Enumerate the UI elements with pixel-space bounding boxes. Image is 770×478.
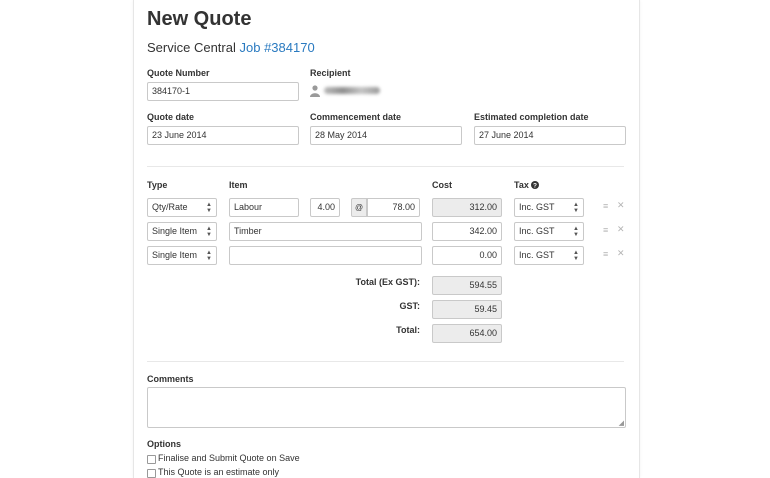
- select-arrows-icon: ▲ ▼: [573, 202, 579, 214]
- type-select[interactable]: Single Item ▲ ▼: [147, 246, 217, 265]
- select-arrows-icon: ▲ ▼: [206, 226, 212, 238]
- quote-date-label: Quote date: [147, 112, 195, 122]
- type-select[interactable]: Single Item ▲ ▼: [147, 222, 217, 241]
- page-title: New Quote: [147, 8, 252, 30]
- comments-label: Comments: [147, 374, 194, 384]
- remove-icon[interactable]: ✕: [617, 200, 625, 211]
- quote-form-panel: New Quote Service Central Job #384170 Qu…: [133, 0, 640, 478]
- tax-select[interactable]: Inc. GST ▲ ▼: [514, 198, 584, 217]
- tax-select-value: Inc. GST: [519, 202, 555, 212]
- total-label: Total:: [396, 325, 420, 335]
- at-symbol: @: [351, 198, 367, 217]
- drag-handle-icon[interactable]: ≡: [603, 201, 608, 211]
- type-column-header: Type: [147, 180, 168, 190]
- quote-date-input[interactable]: 23 June 2014: [147, 126, 299, 145]
- cost-input: 312.00: [432, 198, 502, 217]
- tax-column-header: Tax ?: [514, 180, 540, 190]
- type-select-value: Single Item: [152, 250, 198, 260]
- tax-select-value: Inc. GST: [519, 226, 555, 236]
- finalise-submit-checkbox[interactable]: [147, 455, 156, 464]
- finalise-submit-label[interactable]: Finalise and Submit Quote on Save: [158, 453, 300, 463]
- help-icon[interactable]: ?: [531, 181, 540, 189]
- total-ex-gst-label: Total (Ex GST):: [355, 277, 420, 287]
- user-icon: [310, 85, 320, 97]
- resize-handle-icon[interactable]: ◢: [619, 419, 624, 427]
- type-select-value: Qty/Rate: [152, 202, 188, 212]
- commencement-date-label: Commencement date: [310, 112, 402, 122]
- type-select[interactable]: Qty/Rate ▲ ▼: [147, 198, 217, 217]
- item-input[interactable]: Labour: [229, 198, 299, 217]
- select-arrows-icon: ▲ ▼: [206, 250, 212, 262]
- item-column-header: Item: [229, 180, 248, 190]
- subtitle-prefix: Service Central: [147, 40, 236, 55]
- tax-select[interactable]: Inc. GST ▲ ▼: [514, 246, 584, 265]
- cost-input[interactable]: 342.00: [432, 222, 502, 241]
- remove-icon[interactable]: ✕: [617, 248, 625, 259]
- svg-text:?: ?: [533, 182, 537, 189]
- completion-date-input[interactable]: 27 June 2014: [474, 126, 626, 145]
- tax-select-value: Inc. GST: [519, 250, 555, 260]
- remove-icon[interactable]: ✕: [617, 224, 625, 235]
- select-arrows-icon: ▲ ▼: [573, 250, 579, 262]
- quote-number-input[interactable]: 384170-1: [147, 82, 299, 101]
- quote-number-label: Quote Number: [147, 68, 210, 78]
- page-subtitle: Service Central Job #384170: [147, 40, 315, 55]
- divider: [147, 361, 624, 362]
- tax-header-text: Tax: [514, 180, 529, 190]
- cost-input[interactable]: 0.00: [432, 246, 502, 265]
- rate-input[interactable]: 78.00: [367, 198, 420, 217]
- gst-value: 59.45: [432, 300, 502, 319]
- recipient-name-redacted: [324, 87, 380, 94]
- gst-label: GST:: [399, 301, 420, 311]
- tax-select[interactable]: Inc. GST ▲ ▼: [514, 222, 584, 241]
- divider: [147, 166, 624, 167]
- select-arrows-icon: ▲ ▼: [206, 202, 212, 214]
- completion-date-label: Estimated completion date: [474, 112, 589, 122]
- estimate-only-label[interactable]: This Quote is an estimate only: [158, 467, 279, 477]
- total-value: 654.00: [432, 324, 502, 343]
- options-label: Options: [147, 439, 181, 449]
- comments-textarea[interactable]: ◢: [147, 387, 626, 428]
- recipient-label: Recipient: [310, 68, 351, 78]
- estimate-only-checkbox[interactable]: [147, 469, 156, 478]
- job-link[interactable]: Job #384170: [240, 40, 315, 55]
- item-input[interactable]: [229, 246, 422, 265]
- select-arrows-icon: ▲ ▼: [573, 226, 579, 238]
- type-select-value: Single Item: [152, 226, 198, 236]
- item-input[interactable]: Timber: [229, 222, 422, 241]
- cost-column-header: Cost: [432, 180, 452, 190]
- drag-handle-icon[interactable]: ≡: [603, 249, 608, 259]
- commencement-date-input[interactable]: 28 May 2014: [310, 126, 462, 145]
- drag-handle-icon[interactable]: ≡: [603, 225, 608, 235]
- quantity-input[interactable]: 4.00: [310, 198, 340, 217]
- total-ex-gst-value: 594.55: [432, 276, 502, 295]
